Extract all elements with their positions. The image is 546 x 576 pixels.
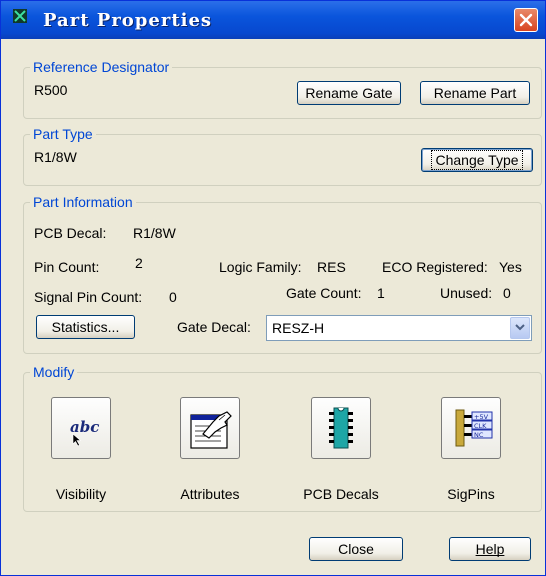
pcb-decals-label: PCB Decals bbox=[303, 486, 379, 502]
close-button[interactable]: Close bbox=[309, 537, 403, 561]
pcb-decal-label: PCB Decal: bbox=[34, 225, 107, 241]
rename-part-button[interactable]: Rename Part bbox=[420, 81, 530, 105]
gate-decal-label: Gate Decal: bbox=[177, 319, 251, 335]
title-bar[interactable]: Part Properties bbox=[1, 1, 545, 39]
help-label: Help bbox=[475, 541, 505, 557]
attributes-label: Attributes bbox=[180, 486, 240, 502]
statistics-button[interactable]: Statistics... bbox=[36, 315, 135, 339]
close-icon bbox=[519, 13, 533, 27]
gate-count-value: 1 bbox=[377, 285, 385, 301]
unused-value: 0 bbox=[503, 285, 511, 301]
chevron-down-icon bbox=[515, 324, 525, 331]
sigpins-button[interactable]: +5V CLK NC bbox=[441, 397, 501, 459]
pin-count-label: Pin Count: bbox=[34, 259, 100, 275]
part-properties-dialog: Part Properties Reference Designator R50… bbox=[0, 0, 546, 576]
close-window-button[interactable] bbox=[514, 8, 538, 32]
part-information-legend: Part Information bbox=[33, 194, 133, 210]
sigpin-tag-clk: CLK bbox=[474, 422, 487, 430]
visibility-button[interactable]: abc bbox=[51, 397, 111, 459]
gate-decal-value: RESZ-H bbox=[272, 320, 325, 336]
eco-registered-label: ECO Registered: bbox=[382, 259, 488, 275]
pcb-decal-value: R1/8W bbox=[133, 225, 176, 241]
unused-label: Unused: bbox=[440, 285, 493, 301]
part-type-legend: Part Type bbox=[33, 126, 93, 142]
app-icon bbox=[13, 9, 27, 23]
dropdown-arrow-button[interactable] bbox=[510, 317, 530, 339]
change-type-label: Change Type bbox=[431, 150, 523, 170]
pcb-decals-button[interactable] bbox=[311, 397, 371, 459]
logic-family-value: RES bbox=[317, 259, 346, 275]
signal-pins-icon: +5V CLK NC bbox=[455, 409, 493, 447]
attributes-button[interactable] bbox=[180, 397, 240, 459]
ic-chip-icon bbox=[329, 407, 353, 449]
eco-registered-value: Yes bbox=[499, 259, 522, 275]
gate-decal-select[interactable]: RESZ-H bbox=[266, 315, 532, 341]
logic-family-label: Logic Family: bbox=[219, 259, 302, 275]
modify-legend: Modify bbox=[33, 364, 75, 380]
window-title: Part Properties bbox=[43, 10, 213, 31]
abc-visibility-icon: abc bbox=[70, 418, 99, 447]
sigpin-tag-nc: NC bbox=[474, 431, 484, 439]
help-button[interactable]: Help bbox=[449, 537, 531, 561]
attributes-hand-icon bbox=[190, 411, 232, 449]
part-type-value: R1/8W bbox=[34, 149, 77, 165]
change-type-button[interactable]: Change Type bbox=[421, 148, 533, 172]
pin-count-value: 2 bbox=[135, 255, 143, 271]
gate-count-label: Gate Count: bbox=[286, 285, 362, 301]
sigpin-tag-5v: +5V bbox=[474, 413, 489, 421]
signal-pin-count-value: 0 bbox=[169, 289, 177, 305]
sigpins-label: SigPins bbox=[447, 486, 495, 502]
visibility-label: Visibility bbox=[55, 486, 107, 502]
reference-designator-value: R500 bbox=[34, 82, 68, 98]
reference-designator-legend: Reference Designator bbox=[33, 59, 170, 75]
signal-pin-count-label: Signal Pin Count: bbox=[34, 289, 143, 305]
abc-text: abc bbox=[70, 418, 99, 436]
rename-gate-button[interactable]: Rename Gate bbox=[297, 81, 401, 105]
